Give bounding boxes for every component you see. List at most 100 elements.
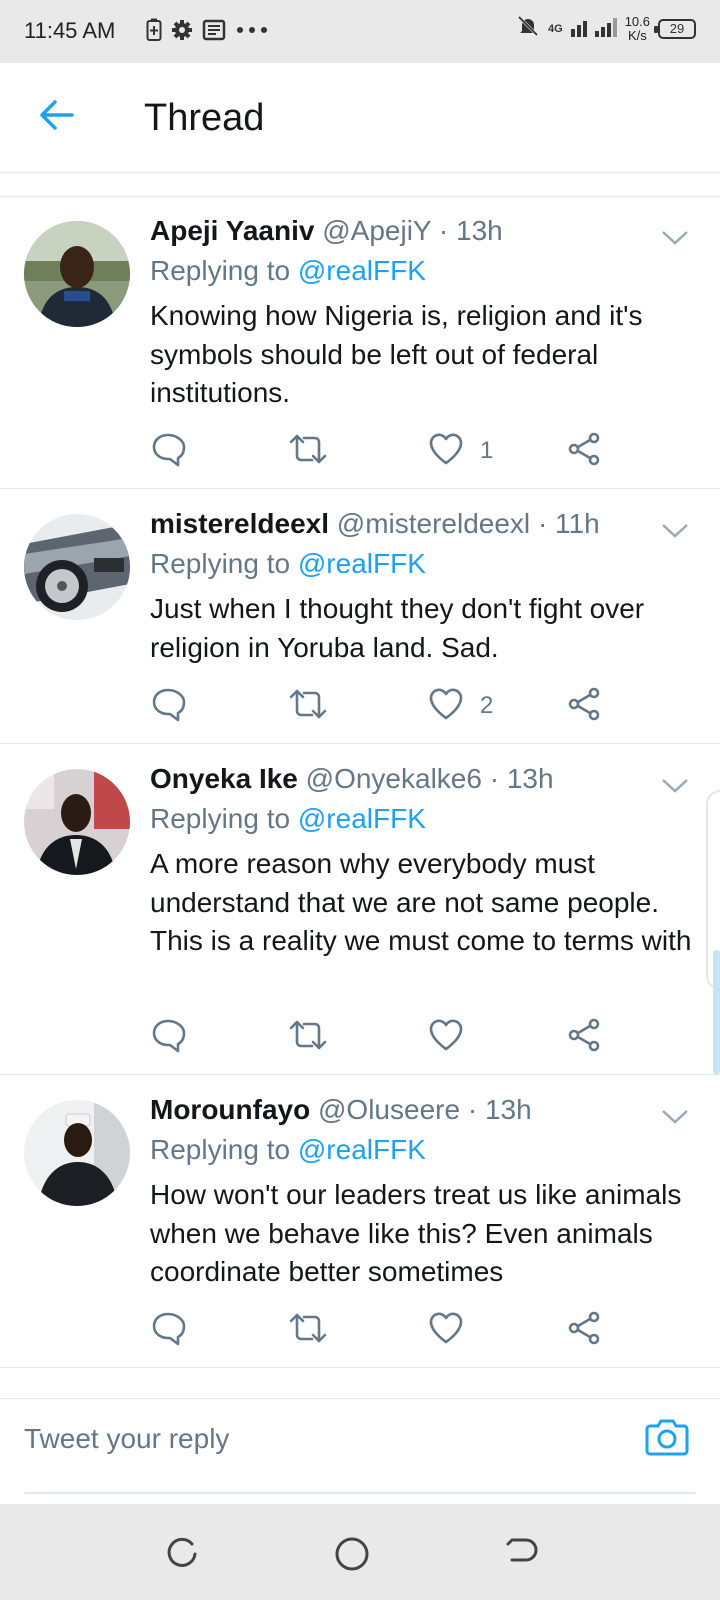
- chevron-down-icon[interactable]: [660, 773, 690, 797]
- like-button[interactable]: [428, 1017, 480, 1057]
- net-speed: 10.6 K/s: [624, 13, 650, 43]
- avatar[interactable]: [24, 514, 130, 620]
- share-icon: [566, 1017, 602, 1058]
- heart-icon: [428, 687, 464, 726]
- handle[interactable]: @Onyekalke6: [306, 763, 482, 794]
- tweet[interactable]: Onyeka Ike @Onyekalke6 · 13h Replying to…: [0, 745, 720, 1075]
- gear-icon: [170, 18, 194, 42]
- home-button[interactable]: [332, 1534, 372, 1574]
- retweet-button[interactable]: [288, 1017, 328, 1057]
- reply-mention-link[interactable]: @realFFK: [298, 255, 426, 286]
- retweet-icon: [288, 1017, 328, 1058]
- net-speed-unit: K/s: [627, 27, 647, 43]
- camera-icon[interactable]: [644, 1413, 690, 1459]
- reply-icon: [150, 686, 186, 727]
- battery-saver-icon: [146, 18, 162, 42]
- separator: ·: [467, 1094, 478, 1125]
- like-button[interactable]: 2: [428, 686, 493, 726]
- reply-button[interactable]: [150, 431, 186, 471]
- retweet-icon: [288, 1310, 328, 1351]
- chevron-down-icon[interactable]: [660, 1104, 690, 1128]
- handle[interactable]: @ApejiY: [322, 215, 431, 246]
- heart-icon: [428, 1018, 464, 1057]
- replying-prefix: Replying to: [150, 803, 291, 834]
- replying-to: Replying to @realFFK: [150, 1134, 426, 1166]
- display-name[interactable]: Apeji Yaaniv: [150, 215, 314, 246]
- tweet-actions: [150, 1310, 620, 1350]
- retweet-button[interactable]: [288, 686, 328, 726]
- replying-to: Replying to @realFFK: [150, 255, 426, 287]
- replying-to: Replying to @realFFK: [150, 548, 426, 580]
- tweet[interactable]: Morounfayo @Oluseere · 13h Replying to @…: [0, 1076, 720, 1368]
- display-name[interactable]: Morounfayo: [150, 1094, 310, 1125]
- tweet-header: mistereldeexl @mistereldeexl · 11h: [150, 508, 600, 540]
- tweet-header: Onyeka Ike @Onyekalke6 · 13h: [150, 763, 554, 795]
- share-icon: [566, 686, 602, 727]
- replying-prefix: Replying to: [150, 1134, 291, 1165]
- like-count: 1: [480, 437, 494, 464]
- retweet-button[interactable]: [288, 1310, 328, 1350]
- reply-input[interactable]: [24, 1413, 614, 1465]
- replying-prefix: Replying to: [150, 548, 291, 579]
- back-button[interactable]: [34, 95, 78, 139]
- more-dots-icon: [234, 18, 270, 42]
- replying-to: Replying to @realFFK: [150, 803, 426, 835]
- status-time: 11:45 AM: [24, 18, 116, 43]
- share-button[interactable]: [566, 1017, 602, 1057]
- back-nav-button[interactable]: [502, 1534, 542, 1574]
- status-notification-icons: [146, 18, 270, 42]
- avatar[interactable]: [24, 769, 130, 875]
- separator: ·: [537, 508, 548, 539]
- tweet-time: 13h: [484, 1094, 532, 1125]
- news-icon: [202, 18, 226, 42]
- reply-mention-link[interactable]: @realFFK: [298, 803, 426, 834]
- display-name[interactable]: mistereldeexl: [150, 508, 329, 539]
- tweet-text: Just when I thought they don't fight ove…: [150, 593, 645, 663]
- status-bar: 11:45 AM 4G 10.6 K/s 29: [0, 0, 720, 63]
- reply-mention-link[interactable]: @realFFK: [298, 1134, 426, 1165]
- signal-icon: [570, 15, 617, 42]
- tweet-time: 13h: [506, 763, 554, 794]
- retweet-icon: [288, 686, 328, 727]
- tweet-actions: 1: [150, 431, 620, 471]
- tweet-actions: 2: [150, 686, 620, 726]
- avatar[interactable]: [24, 1100, 130, 1206]
- handle[interactable]: @Oluseere: [318, 1094, 460, 1125]
- reply-icon: [150, 431, 186, 472]
- like-button[interactable]: 1: [428, 431, 493, 471]
- header: Thread: [0, 63, 720, 173]
- display-name[interactable]: Onyeka Ike: [150, 763, 298, 794]
- share-button[interactable]: [566, 431, 602, 471]
- net-speed-value: 10.6: [624, 13, 650, 29]
- page-title: Thread: [144, 97, 265, 139]
- share-icon: [566, 1310, 602, 1351]
- mute-icon: [516, 14, 540, 43]
- like-button[interactable]: [428, 1310, 480, 1350]
- heart-icon: [428, 1311, 464, 1350]
- chevron-down-icon[interactable]: [660, 518, 690, 542]
- reply-mention-link[interactable]: @realFFK: [298, 548, 426, 579]
- system-nav-bar: [0, 1504, 720, 1600]
- tweet[interactable]: mistereldeexl @mistereldeexl · 11h Reply…: [0, 490, 720, 744]
- reply-button[interactable]: [150, 1017, 186, 1057]
- tweet[interactable]: Apeji Yaaniv @ApejiY · 13h Replying to @…: [0, 197, 720, 489]
- retweet-icon: [288, 431, 328, 472]
- scrollbar[interactable]: [713, 950, 720, 1074]
- replying-prefix: Replying to: [150, 255, 291, 286]
- handle[interactable]: @mistereldeexl: [337, 508, 530, 539]
- share-button[interactable]: [566, 686, 602, 726]
- tweet-actions: [150, 1017, 620, 1057]
- avatar[interactable]: [24, 221, 130, 327]
- tweet-header: Apeji Yaaniv @ApejiY · 13h: [150, 215, 503, 247]
- chevron-down-icon[interactable]: [660, 225, 690, 249]
- reply-button[interactable]: [150, 1310, 186, 1350]
- tweet-text: How won't our leaders treat us like anim…: [150, 1179, 682, 1287]
- recent-apps-button[interactable]: [162, 1534, 202, 1574]
- retweet-button[interactable]: [288, 431, 328, 471]
- arrow-left-icon: [38, 99, 74, 136]
- tweet-time: 13h: [456, 215, 503, 246]
- share-icon: [566, 431, 602, 472]
- like-count: 2: [480, 692, 494, 719]
- share-button[interactable]: [566, 1310, 602, 1350]
- reply-button[interactable]: [150, 686, 186, 726]
